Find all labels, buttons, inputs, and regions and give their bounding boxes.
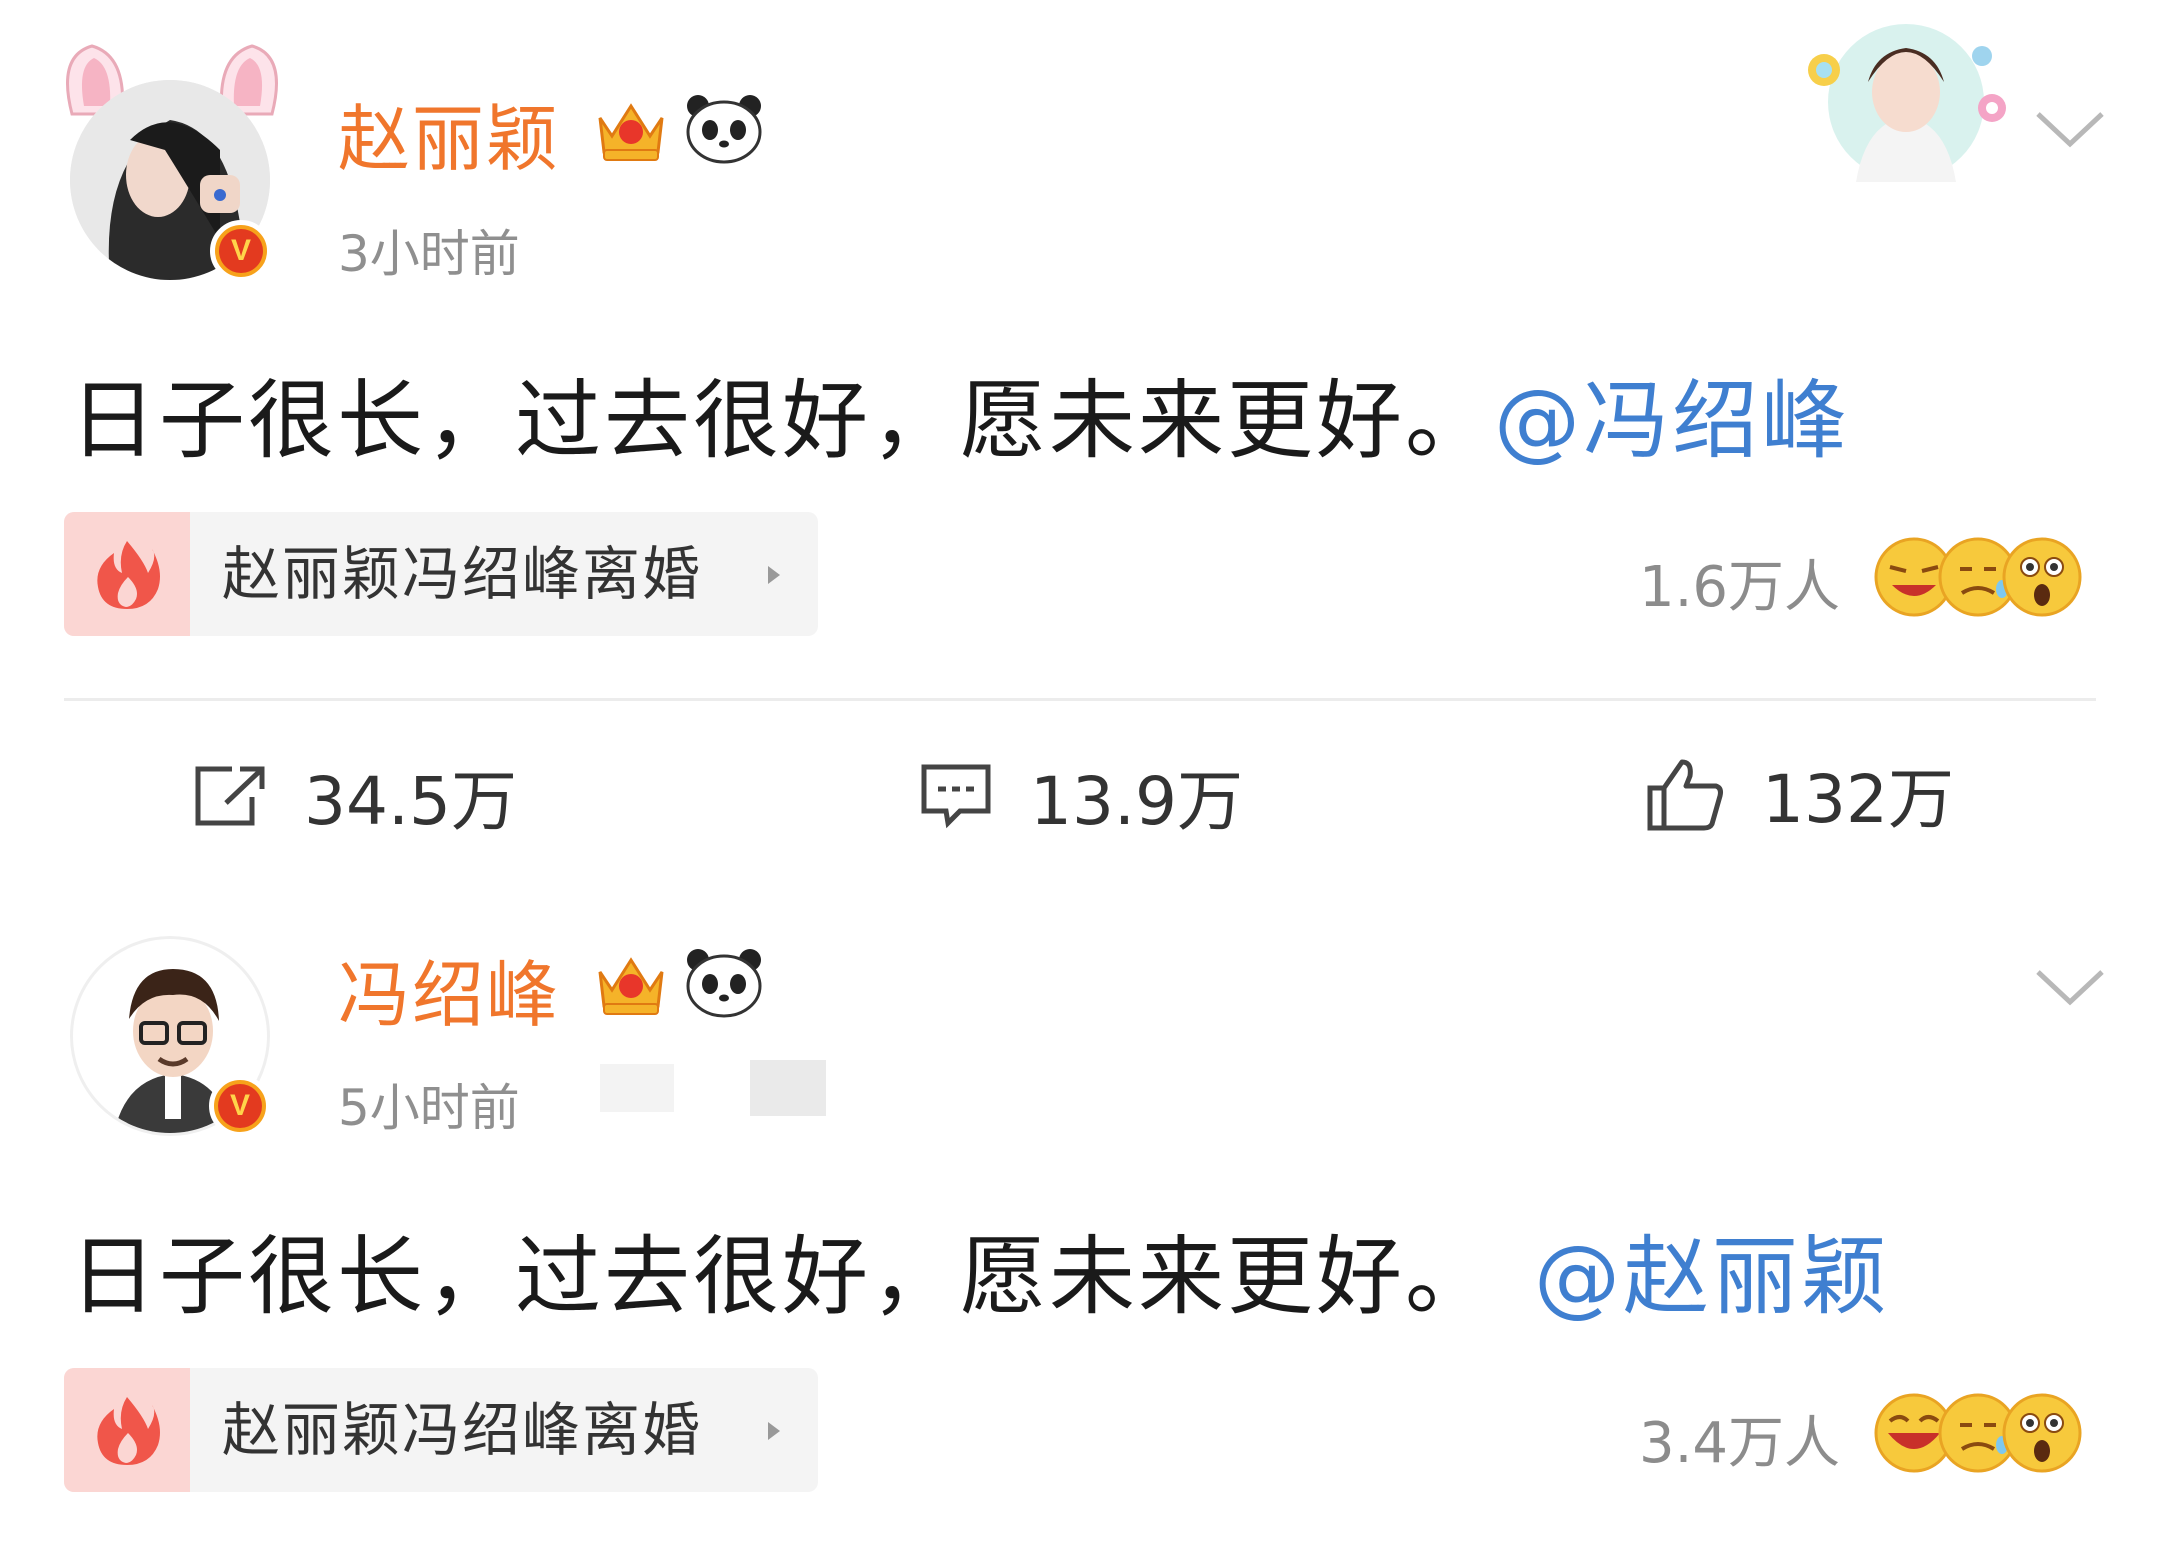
post-timestamp: 3小时前 (338, 225, 520, 283)
chevron-down-icon[interactable] (2030, 962, 2110, 1012)
topic-arrow-icon (768, 566, 780, 584)
like-button[interactable]: 132万 (1644, 754, 1954, 838)
mention-link[interactable]: @赵丽颖 (1534, 1227, 1890, 1327)
reaction-count: 1.6万人 (1638, 555, 1840, 620)
chevron-down-icon[interactable] (2030, 104, 2110, 154)
reaction-count: 3.4万人 (1638, 1411, 1840, 1476)
post-text: 日子很长，过去很好，愿未来更好。 (70, 1227, 1494, 1327)
post-text: 日子很长，过去很好，愿未来更好。 (70, 371, 1494, 471)
crown-icon (598, 103, 664, 161)
post-content: 日子很长，过去很好，愿未来更好。 @赵丽颖 (70, 1206, 1890, 1331)
redacted-area (750, 1060, 826, 1116)
comment-button[interactable]: 13.9万 (918, 756, 1243, 840)
username[interactable]: 赵丽颖 (338, 80, 560, 185)
like-icon (1647, 759, 1723, 831)
like-count: 132万 (1762, 761, 1954, 838)
username[interactable]: 冯绍峰 (338, 936, 560, 1041)
fire-icon (64, 1368, 190, 1492)
topic-arrow-icon (768, 1422, 780, 1440)
avatar-pendant-sticker (1808, 24, 2006, 182)
comment-icon (921, 764, 991, 829)
verified-badge-icon: V (209, 1075, 271, 1137)
fire-icon (64, 512, 190, 636)
crown-icon (598, 957, 664, 1015)
panda-icon (686, 95, 762, 164)
topic-label: 赵丽颖冯绍峰离婚 (222, 1396, 703, 1464)
user-avatar[interactable]: V (70, 936, 271, 1137)
comment-count: 13.9万 (1030, 763, 1243, 840)
post-content: 日子很长，过去很好，愿未来更好。@冯绍峰 (70, 350, 1850, 475)
user-avatar[interactable]: V (70, 80, 272, 282)
divider (64, 698, 2096, 701)
mention-link[interactable]: @冯绍峰 (1494, 371, 1850, 471)
topic-label: 赵丽颖冯绍峰离婚 (222, 540, 703, 608)
panda-icon (686, 949, 762, 1018)
repost-count: 34.5万 (304, 763, 517, 840)
hot-topic-tag[interactable]: 赵丽颖冯绍峰离婚 (64, 1368, 818, 1492)
reaction-emojis-icon[interactable] (1870, 535, 2090, 619)
redacted-area (600, 1064, 674, 1112)
reaction-emojis-icon[interactable] (1870, 1391, 2090, 1475)
repost-button[interactable]: 34.5万 (192, 756, 517, 840)
repost-icon (195, 766, 265, 826)
hot-topic-tag[interactable]: 赵丽颖冯绍峰离婚 (64, 512, 818, 636)
post-timestamp: 5小时前 (338, 1079, 520, 1137)
verified-badge-icon: V (210, 220, 272, 282)
